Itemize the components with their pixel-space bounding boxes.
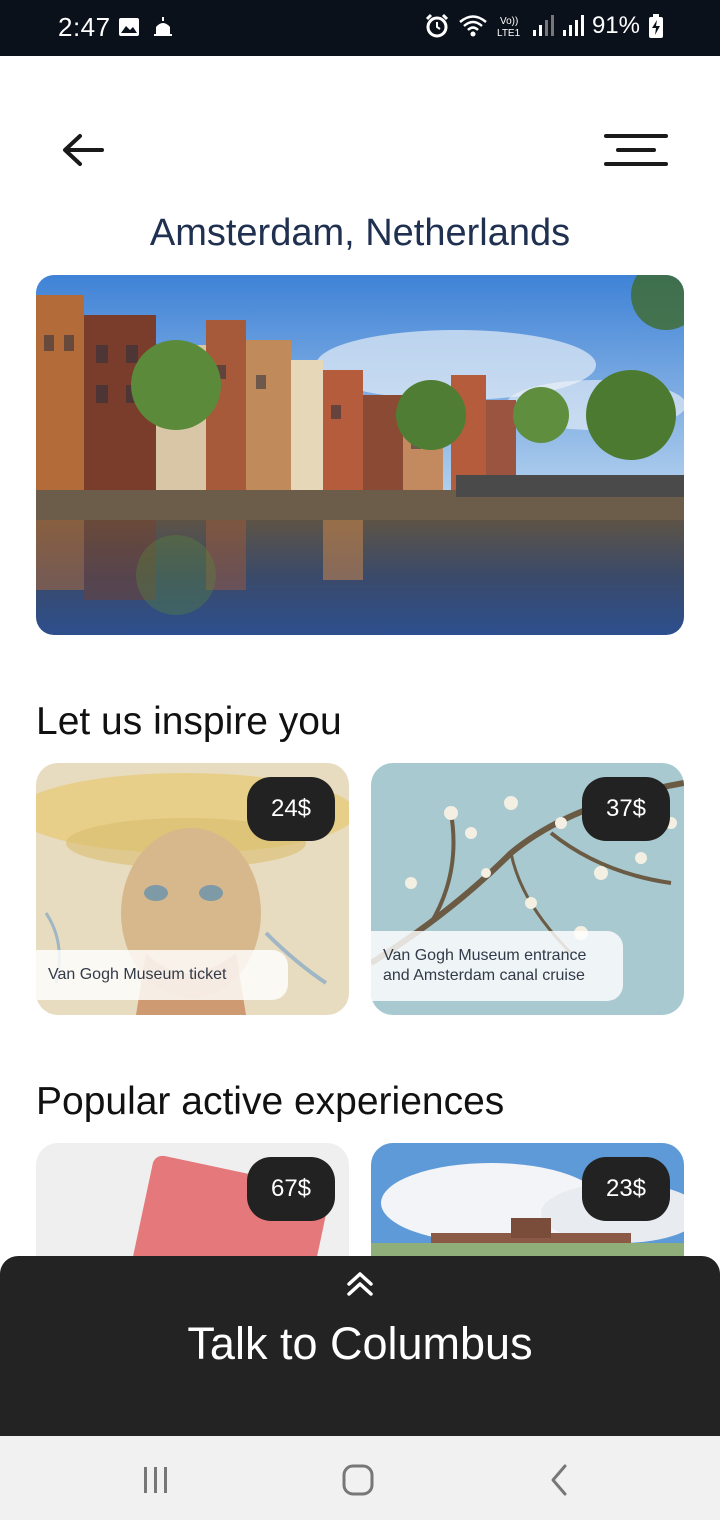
price-badge: 23$: [582, 1157, 670, 1221]
hero-image: [36, 275, 684, 635]
experience-card[interactable]: 37$ Van Gogh Museum entrance and Amsterd…: [371, 763, 684, 1015]
talk-to-columbus-sheet[interactable]: Talk to Columbus: [0, 1256, 720, 1436]
wifi-icon: [459, 15, 487, 37]
svg-text:Vo)): Vo)): [500, 16, 518, 27]
card-caption: Van Gogh Museum entrance and Amsterdam c…: [371, 931, 623, 1001]
status-time: 2:47: [58, 12, 111, 42]
price-badge: 24$: [247, 777, 335, 841]
page-title: Amsterdam, Netherlands: [149, 212, 571, 254]
home-icon: [342, 1464, 374, 1496]
recents-button[interactable]: [136, 1460, 176, 1500]
price-badge: 67$: [247, 1157, 335, 1221]
alarm-icon: [425, 13, 449, 38]
section-title-popular: Popular active experiences: [36, 1080, 505, 1123]
arrow-left-icon: [63, 134, 104, 166]
price-badge: 37$: [582, 777, 670, 841]
recents-icon: [144, 1467, 167, 1493]
mosque-icon: [154, 17, 172, 36]
svg-text:LTE1: LTE1: [497, 28, 521, 39]
status-bar: 2:47 Vo)) LTE1 91%: [0, 0, 720, 56]
battery-charging-icon: [649, 14, 663, 38]
signal-icon: [532, 15, 554, 36]
menu-icon: [604, 134, 668, 166]
nav-back-button[interactable]: [540, 1460, 580, 1500]
home-button[interactable]: [338, 1460, 378, 1500]
battery-percentage: 91%: [591, 12, 640, 39]
signal-icon: [562, 15, 584, 36]
section-title-inspire: Let us inspire you: [36, 700, 342, 743]
double-chevron-up-icon: [347, 1272, 373, 1296]
experience-card[interactable]: 24$ Van Gogh Museum ticket: [36, 763, 349, 1015]
gallery-icon: [119, 18, 139, 36]
talk-to-columbus-label: Talk to Columbus: [187, 1318, 533, 1369]
volte-icon: Vo)) LTE1: [497, 16, 521, 39]
back-icon: [551, 1464, 567, 1496]
menu-button[interactable]: [600, 128, 672, 172]
back-button[interactable]: [58, 128, 108, 172]
navigation-bar: [0, 1436, 720, 1520]
card-caption: Van Gogh Museum ticket: [36, 950, 288, 1000]
